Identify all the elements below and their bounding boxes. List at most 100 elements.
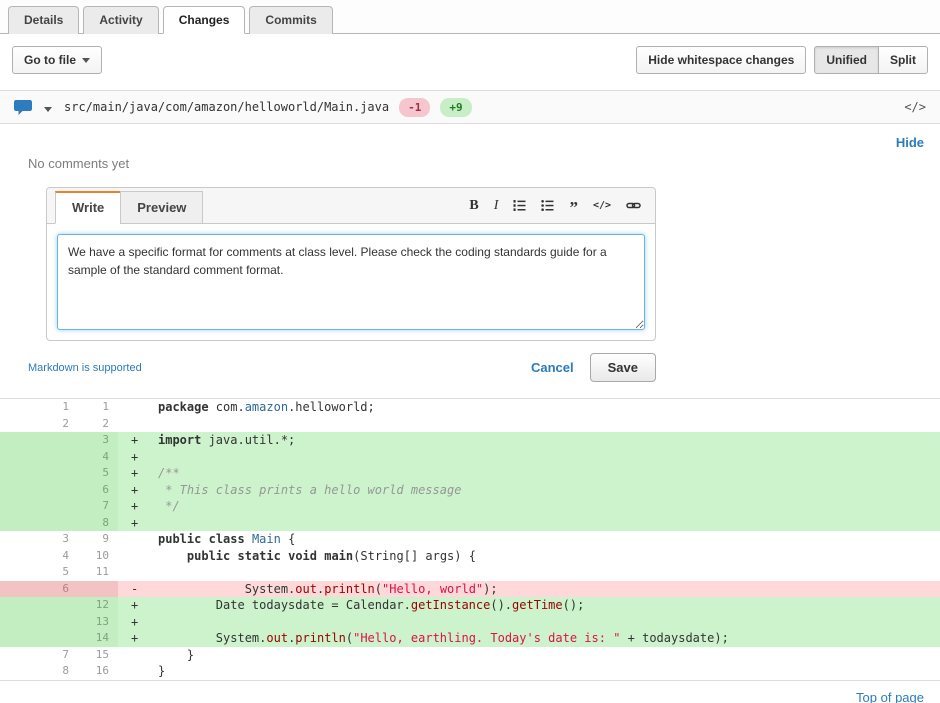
diff-row[interactable]: 7 15 }: [0, 647, 940, 664]
markdown-supported-link[interactable]: Markdown is supported: [28, 362, 142, 374]
view-options: Hide whitespace changes Unified Split: [636, 46, 928, 74]
new-line-number: 9: [102, 532, 109, 545]
old-line-number: [0, 597, 78, 614]
hide-link[interactable]: Hide: [896, 135, 924, 150]
new-line-number: 6: [78, 481, 118, 498]
save-button[interactable]: Save: [589, 353, 656, 382]
comment-editor: Write Preview B I ” </> We have a specific f…: [46, 187, 656, 341]
diff-table: 1 1 package com.amazon.helloworld; 2 2 3 + impo…: [0, 398, 940, 681]
cancel-link[interactable]: Cancel: [531, 360, 574, 375]
code-line: /**: [158, 466, 180, 480]
old-line-number: 2: [62, 416, 69, 430]
old-line-number: 6: [0, 580, 78, 597]
code-line: System.out.println("Hello, world");: [158, 581, 498, 596]
comment-editor-header: Write Preview B I ” </>: [47, 188, 655, 224]
diff-row[interactable]: 8 16}: [0, 663, 940, 680]
diff-row[interactable]: 5 11: [0, 564, 940, 581]
go-to-file-label: Go to file: [24, 53, 76, 67]
hide-whitespace-button[interactable]: Hide whitespace changes: [636, 46, 807, 74]
tab-bar: Details Activity Changes Commits: [0, 0, 940, 34]
diff-sign: +: [131, 482, 139, 497]
code-line: Date todaysdate = Calendar.getInstance()…: [158, 598, 585, 612]
go-to-file-button[interactable]: Go to file: [12, 46, 102, 74]
italic-icon[interactable]: I: [494, 198, 499, 213]
file-path: src/main/java/com/amazon/helloworld/Main…: [64, 100, 390, 114]
new-line-number: 11: [95, 565, 109, 578]
old-line-number: [0, 465, 78, 482]
diff-sign: +: [131, 598, 139, 612]
tab-activity[interactable]: Activity: [83, 6, 159, 34]
old-line-number: [0, 613, 78, 630]
diff-row[interactable]: 3 + import java.util.*;: [0, 432, 940, 449]
diff-row[interactable]: 4 +: [0, 448, 940, 466]
tab-changes[interactable]: Changes: [162, 6, 246, 34]
view-source-icon[interactable]: </>: [904, 100, 926, 114]
bullet-list-icon[interactable]: [541, 199, 554, 212]
diff-row[interactable]: 13 +: [0, 613, 940, 631]
diff-sign: +: [131, 466, 139, 480]
diff-row[interactable]: 6 - System.out.println("Hello, world");: [0, 580, 940, 597]
editor-tab-preview[interactable]: Preview: [120, 191, 204, 224]
link-icon[interactable]: [626, 199, 641, 212]
old-line-number: 4: [62, 548, 69, 562]
new-line-number: 8: [78, 514, 118, 531]
caret-down-icon: [82, 57, 90, 63]
old-line-number: [0, 432, 78, 449]
editor-tab-write[interactable]: Write: [55, 191, 122, 224]
file-dropdown-caret-icon[interactable]: [42, 98, 54, 117]
ordered-list-icon[interactable]: [513, 199, 526, 212]
old-line-number: [0, 481, 78, 498]
old-line-number: [0, 630, 78, 647]
diff-sign: [118, 647, 158, 664]
new-line-number: 5: [78, 465, 118, 482]
new-line-number: 4: [78, 448, 118, 465]
code-line: package com.amazon.helloworld;: [158, 400, 375, 414]
new-line-number: 2: [102, 416, 109, 430]
split-view-button[interactable]: Split: [878, 46, 928, 74]
diff-row[interactable]: 12 + Date todaysdate = Calendar.getInstan…: [0, 597, 940, 614]
diff-sign: [118, 399, 158, 416]
diff-row[interactable]: 5 + /**: [0, 465, 940, 482]
diff-sign: [118, 416, 158, 433]
deletions-badge: -1: [399, 97, 431, 117]
tab-commits[interactable]: Commits: [249, 6, 333, 34]
diff-row[interactable]: 6 + * This class prints a hello world mes…: [0, 481, 940, 498]
bold-icon[interactable]: B: [469, 198, 478, 213]
additions-badge: +9: [440, 97, 472, 117]
quote-icon[interactable]: ”: [569, 199, 578, 216]
hide-row: Hide: [0, 124, 940, 150]
top-of-page-link[interactable]: Top of page: [856, 690, 924, 703]
new-line-number: 3: [78, 432, 118, 449]
top-row: Top of page: [0, 681, 940, 703]
code-line: public class Main {: [158, 532, 296, 546]
new-line-number: 15: [95, 647, 109, 661]
diff-row[interactable]: 3 9 public class Main {: [0, 531, 940, 548]
diff-toolbar: Go to file Hide whitespace changes Unifi…: [0, 34, 940, 86]
diff-sign: +: [131, 631, 139, 645]
comment-textarea[interactable]: We have a specific format for comments a…: [57, 234, 645, 330]
code-line: public static void main(String[] args) {: [186, 548, 476, 563]
old-line-number: 1: [62, 400, 69, 413]
unified-view-button[interactable]: Unified: [814, 46, 879, 74]
diff-row[interactable]: 4 10 public static void main(String[] arg…: [0, 548, 940, 565]
code-line: import java.util.*;: [158, 433, 296, 447]
diff-sign: +: [131, 499, 139, 513]
old-line-number: 8: [62, 664, 69, 677]
tab-details[interactable]: Details: [8, 6, 80, 34]
old-line-number: [0, 498, 78, 515]
diff-row[interactable]: 1 1 package com.amazon.helloworld;: [0, 399, 940, 416]
no-comments-text: No comments yet: [28, 156, 130, 171]
diff-row[interactable]: 14 + System.out.println("Hello, earthling…: [0, 630, 940, 647]
diff-row[interactable]: 7 + */: [0, 498, 940, 515]
diff-row[interactable]: 8 +: [0, 514, 940, 531]
code-icon[interactable]: </>: [593, 200, 611, 211]
diff-sign: +: [131, 515, 139, 530]
diff-row[interactable]: 22: [0, 416, 940, 433]
diff-sign: [118, 548, 158, 565]
code-line: System.out.println("Hello, earthling. To…: [158, 631, 729, 645]
comment-bubble-icon[interactable]: [14, 99, 32, 115]
